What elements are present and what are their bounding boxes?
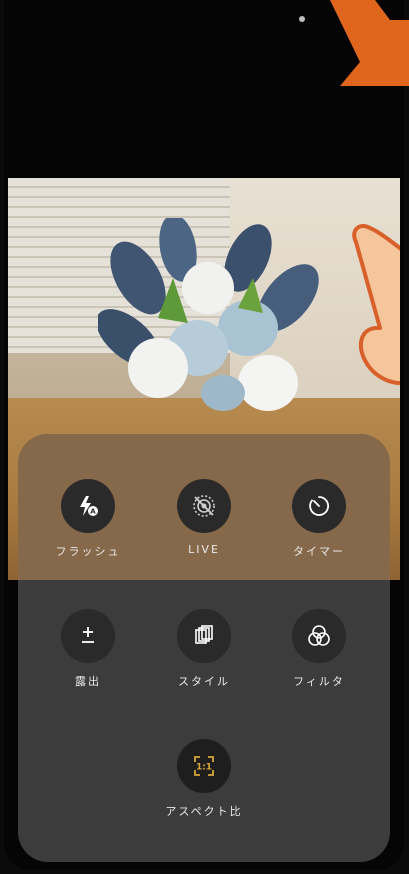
flash-auto-icon: A [80, 496, 98, 516]
live-label: LIVE [188, 543, 220, 556]
aspect-ratio-control[interactable]: 1:1 アスペクト比 [149, 739, 259, 819]
live-control[interactable]: LIVE [149, 479, 259, 556]
timer-button[interactable] [292, 479, 346, 533]
timer-label: タイマー [293, 545, 345, 558]
style-label: スタイル [178, 675, 230, 688]
style-icon [195, 625, 213, 644]
flash-button[interactable]: A [61, 479, 115, 533]
exposure-control[interactable]: 露出 [33, 609, 143, 689]
filter-label: フィルタ [293, 675, 345, 688]
flash-label: フラッシュ [55, 545, 121, 558]
filter-control[interactable]: フィルタ [264, 609, 374, 689]
timer-icon [309, 496, 330, 516]
filter-icon [308, 625, 330, 646]
front-camera-dot [299, 16, 305, 22]
aspect-ratio-icon: 1:1 [194, 756, 214, 776]
aspect-ratio-button[interactable]: 1:1 [177, 739, 231, 793]
style-control[interactable]: スタイル [149, 609, 259, 689]
aspect-ratio-label: アスペクト比 [165, 805, 243, 818]
live-off-icon [193, 495, 215, 517]
exposure-label: 露出 [75, 675, 101, 688]
filter-button[interactable] [292, 609, 346, 663]
timer-control[interactable]: タイマー [264, 479, 374, 559]
pointing-hand-icon [352, 223, 400, 385]
orange-arrow-icon [330, 0, 409, 86]
screenshot-stage: A フラッシュ LIVE タイマー 露出 スタイル フィルタ 1:1 アスペクト… [0, 0, 409, 874]
camera-controls-panel: A フラッシュ LIVE タイマー 露出 スタイル フィルタ 1:1 アスペクト… [18, 434, 390, 862]
exposure-icon [82, 627, 94, 643]
flash-control[interactable]: A フラッシュ [33, 479, 143, 559]
aspect-ratio-value: 1:1 [196, 763, 212, 773]
bouquet-image [98, 218, 319, 411]
style-button[interactable] [177, 609, 231, 663]
live-button[interactable] [177, 479, 231, 533]
svg-text:A: A [90, 508, 96, 516]
exposure-button[interactable] [61, 609, 115, 663]
